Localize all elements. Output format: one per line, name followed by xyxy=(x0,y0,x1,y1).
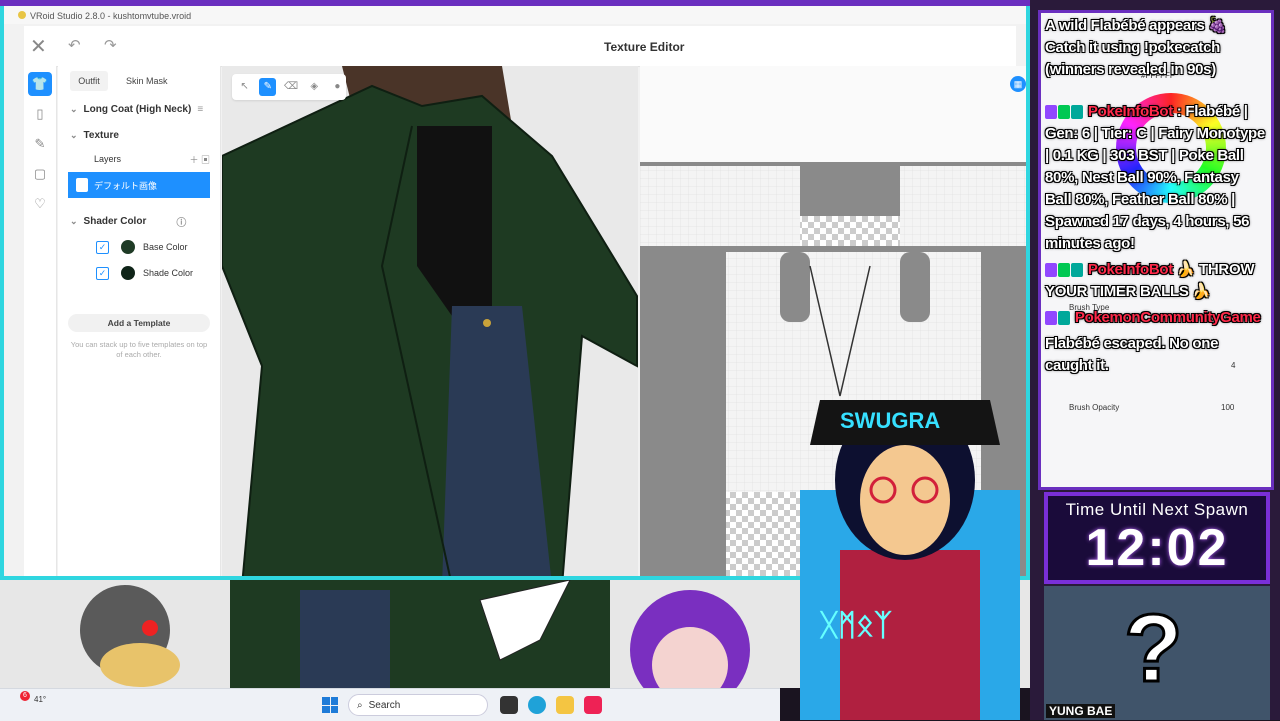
shader-label: Shader Color xyxy=(83,215,147,227)
explorer-icon[interactable] xyxy=(556,696,574,714)
timer-label: Time Until Next Spawn xyxy=(1065,500,1249,519)
panel-caption: YUNG BAE xyxy=(1046,704,1116,718)
spawn-timer: Time Until Next Spawn 12:02 xyxy=(1044,492,1270,584)
close-icon[interactable]: ✕ xyxy=(30,34,47,59)
help-icon[interactable]: ⓘ xyxy=(176,214,186,229)
chevron-down-icon: ⌄ xyxy=(70,103,78,114)
ghost-brush-opacity: Brush Opacity xyxy=(1069,403,1120,412)
badge-icon xyxy=(1071,105,1083,120)
chat-message: PokemonCommunityGame xyxy=(1041,305,1271,331)
add-template-button[interactable]: Add a Template xyxy=(68,314,210,332)
accessory-icon[interactable]: ✎ xyxy=(28,132,52,156)
badge-icon xyxy=(1058,311,1070,326)
edge-icon[interactable] xyxy=(528,696,546,714)
chat-username: PokeInfoBot xyxy=(1087,261,1173,278)
chat-message: PokeInfoBot 🍌 THROW YOUR TIMER BALLS 🍌 xyxy=(1041,257,1271,305)
badge-icon xyxy=(1058,105,1070,120)
ghost-opacity-value: 100 xyxy=(1221,403,1235,412)
window-title: VRoid Studio 2.8.0 - kushtomvtube.vroid xyxy=(30,11,192,21)
mystery-pokemon-panel: ? YUNG BAE xyxy=(1044,586,1270,720)
svg-text:SWUGRA: SWUGRA xyxy=(840,408,940,433)
chevron-down-icon: ⌄ xyxy=(70,215,78,226)
chat-message: Flabébé escaped. No one caught it. xyxy=(1041,331,1271,379)
shade-color-row[interactable]: ✓ Shade Color xyxy=(58,260,220,286)
svg-text:ᚷᛗᛟᛉ: ᚷᛗᛟᛉ xyxy=(819,609,892,642)
gloves-icon[interactable]: ♡ xyxy=(28,192,52,216)
layers-label: Layers xyxy=(94,154,122,164)
stream-sidebar: #FFFFFF Brush Type 4 Brush Opacity 100 A… xyxy=(1030,0,1280,720)
model-render xyxy=(222,66,638,576)
shade-color-swatch[interactable] xyxy=(121,266,135,280)
badge-icon xyxy=(1045,105,1057,120)
outfit-icon[interactable]: 👕 xyxy=(28,72,52,96)
taskview-icon[interactable] xyxy=(500,696,518,714)
chat-text: A wild Flabébé appears 🍇 Catch it using … xyxy=(1045,17,1227,78)
layer-thumbnail xyxy=(76,178,88,192)
shoes-icon[interactable]: ▢ xyxy=(28,162,52,186)
redo-icon[interactable]: ↷ xyxy=(104,36,117,54)
grid-toggle-icon[interactable]: ▦ xyxy=(1010,76,1026,92)
fill-icon[interactable]: ◈ xyxy=(306,78,323,96)
search-placeholder: Search xyxy=(368,699,401,711)
search-icon: ⌕ xyxy=(357,699,363,711)
tab-outfit[interactable]: Outfit xyxy=(70,71,108,91)
chat-text: : Flabébé | Gen: 6 | Tier: C | Fairy Mon… xyxy=(1045,103,1265,252)
editor-toolbar: ✕ ↶ ↷ Texture Editor xyxy=(24,26,1016,67)
start-icon[interactable] xyxy=(322,697,338,713)
badge-icon xyxy=(1045,311,1057,326)
base-color-label: Base Color xyxy=(143,242,188,252)
pen-icon[interactable]: ✎ xyxy=(259,78,277,96)
windows-taskbar: 6 41° ⌕ Search xyxy=(0,688,780,721)
weather-widget[interactable]: 41° xyxy=(34,695,46,704)
chat-text: Flabébé escaped. No one caught it. xyxy=(1045,335,1219,374)
overlay-frame-top xyxy=(0,0,1030,6)
undo-icon[interactable]: ↶ xyxy=(68,36,81,54)
editor-title: Texture Editor xyxy=(604,40,685,54)
vtuber-avatar: SWUGRA ᚷᛗᛟᛉ xyxy=(800,400,1020,720)
texture-panel: Outfit Skin Mask ⌄ Long Coat (High Neck)… xyxy=(58,66,221,576)
timer-value: 12:02 xyxy=(1085,519,1229,577)
tab-skin-mask[interactable]: Skin Mask xyxy=(126,76,168,86)
badge-icon xyxy=(1058,263,1070,278)
eraser-icon[interactable]: ⌫ xyxy=(282,78,299,96)
category-icon-bar: 👕 ▯ ✎ ▢ ♡ xyxy=(24,66,57,576)
taskbar-search[interactable]: ⌕ Search xyxy=(348,694,488,716)
notification-badge: 6 xyxy=(20,691,30,701)
dropper-icon[interactable]: ● xyxy=(329,78,346,96)
panel-tabs: Outfit Skin Mask xyxy=(58,66,220,96)
texture-label: Texture xyxy=(83,129,119,141)
template-note: You can stack up to five templates on to… xyxy=(70,340,208,359)
settings-icon[interactable]: ≡ xyxy=(197,104,203,115)
item-header[interactable]: ⌄ Long Coat (High Neck) ≡ xyxy=(58,96,220,122)
select-icon[interactable]: ↖ xyxy=(236,78,253,96)
base-color-row[interactable]: ✓ Base Color xyxy=(58,234,220,260)
layer-name: デフォルト画像 xyxy=(94,180,158,191)
shade-color-label: Shade Color xyxy=(143,268,194,278)
badge-icon xyxy=(1071,263,1083,278)
bottoms-icon[interactable]: ▯ xyxy=(28,102,52,126)
shade-color-checkbox[interactable]: ✓ xyxy=(96,266,109,280)
chat-overlay: #FFFFFF Brush Type 4 Brush Opacity 100 A… xyxy=(1038,10,1274,490)
question-mark-icon: ? xyxy=(1123,594,1185,704)
app-icon[interactable] xyxy=(584,696,602,714)
chat-message: A wild Flabébé appears 🍇 Catch it using … xyxy=(1041,13,1271,83)
3d-viewport[interactable]: ↖ ✎ ⌫ ◈ ● xyxy=(222,66,638,576)
base-color-swatch[interactable] xyxy=(121,240,135,254)
chat-username: PokemonCommunityGame xyxy=(1074,309,1261,326)
chat-username: PokeInfoBot xyxy=(1087,103,1173,120)
add-layer-icon[interactable]: ＋ ▣ xyxy=(189,153,210,166)
texture-section[interactable]: ⌄ Texture xyxy=(58,122,220,148)
shader-section[interactable]: ⌄ Shader Color ⓘ xyxy=(58,208,220,234)
chevron-down-icon: ⌄ xyxy=(70,129,78,140)
item-title: Long Coat (High Neck) xyxy=(83,103,192,115)
badge-icon xyxy=(1045,263,1057,278)
layer-item-default[interactable]: デフォルト画像 xyxy=(68,172,210,198)
base-color-checkbox[interactable]: ✓ xyxy=(96,240,109,254)
layers-header: Layers ＋ ▣ xyxy=(58,148,220,170)
app-logo-icon xyxy=(18,11,26,19)
chat-message: PokeInfoBot : Flabébé | Gen: 6 | Tier: C… xyxy=(1041,99,1271,257)
window-titlebar: VRoid Studio 2.8.0 - kushtomvtube.vroid xyxy=(4,4,1026,24)
paint-tools: ↖ ✎ ⌫ ◈ ● xyxy=(232,74,346,100)
